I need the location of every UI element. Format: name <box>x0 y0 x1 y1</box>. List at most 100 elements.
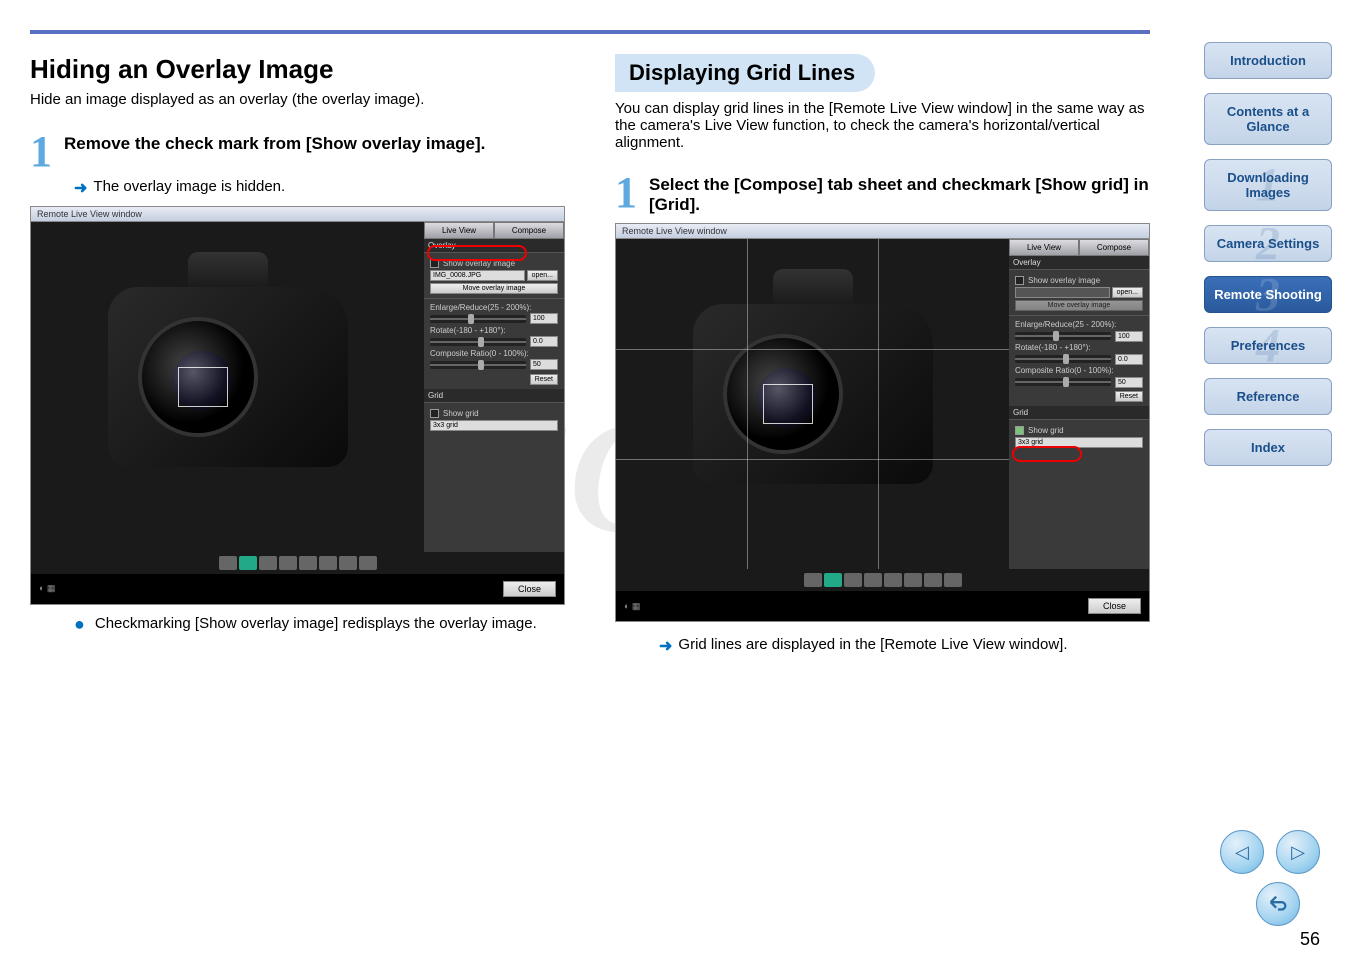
chapter-nav: Introduction Contents at a Glance 1Downl… <box>1204 42 1332 466</box>
nav-label: Camera Settings <box>1217 236 1320 251</box>
tab-compose[interactable]: Compose <box>494 222 564 239</box>
close-button[interactable]: Close <box>503 581 556 597</box>
screenshot-hiding-overlay: Remote Live View window Live View <box>30 206 565 605</box>
result-text: The overlay image is hidden. <box>93 178 285 195</box>
nav-camera-settings[interactable]: 2Camera Settings <box>1204 225 1332 262</box>
return-button[interactable] <box>1256 882 1300 926</box>
rotate-value[interactable]: 0.0 <box>530 336 558 347</box>
top-rule <box>30 30 1150 34</box>
step-text: Remove the check mark from [Show overlay… <box>64 132 485 154</box>
toolbar-icons <box>616 569 1149 591</box>
tab-compose[interactable]: Compose <box>1079 239 1149 256</box>
prev-page-button[interactable]: ◁ <box>1220 830 1264 874</box>
page-nav: ◁ ▷ <box>1220 830 1320 874</box>
window-titlebar: Remote Live View window <box>616 224 1149 239</box>
grid-type-select[interactable]: 3x3 grid <box>1015 437 1143 448</box>
show-overlay-checkbox[interactable]: Show overlay image <box>1015 276 1143 285</box>
rotate-value[interactable]: 0.0 <box>1115 354 1143 365</box>
close-button[interactable]: Close <box>1088 598 1141 614</box>
composite-value[interactable]: 50 <box>1115 377 1143 388</box>
section-intro: You can display grid lines in the [Remot… <box>615 100 1150 151</box>
rotate-label: Rotate(-180 - +180°): <box>430 326 558 335</box>
show-overlay-label: Show overlay image <box>1028 276 1100 285</box>
composite-label: Composite Ratio(0 - 100%): <box>1015 366 1143 375</box>
note-line: ● Checkmarking [Show overlay image] redi… <box>74 615 565 633</box>
rotate-slider[interactable] <box>430 338 526 346</box>
composite-label: Composite Ratio(0 - 100%): <box>430 349 558 358</box>
composite-slider[interactable] <box>430 361 526 369</box>
nav-label: Introduction <box>1230 53 1306 68</box>
tab-live-view[interactable]: Live View <box>1009 239 1079 256</box>
nav-label: Preferences <box>1231 338 1305 353</box>
nav-label: Remote Shooting <box>1214 287 1322 302</box>
show-grid-label: Show grid <box>1028 426 1064 435</box>
section-title: Hiding an Overlay Image <box>30 54 565 85</box>
file-field[interactable]: IMG_0008.JPG <box>430 270 525 281</box>
step-1: 1 Select the [Compose] tab sheet and che… <box>615 173 1150 215</box>
rotate-label: Rotate(-180 - +180°): <box>1015 343 1143 352</box>
show-grid-checkbox[interactable]: Show grid <box>1015 426 1143 435</box>
overlay-header: Overlay <box>424 239 564 252</box>
bottom-bar: ◐ ▦ Close <box>616 591 1149 621</box>
live-view-area <box>31 222 424 552</box>
move-overlay-button[interactable]: Move overlay image <box>430 283 558 294</box>
note-text: Checkmarking [Show overlay image] redisp… <box>95 615 537 632</box>
grid-header: Grid <box>1009 406 1149 419</box>
compose-panel: Live View Compose Overlay Show overlay i… <box>424 222 564 552</box>
right-column: Displaying Grid Lines You can display gr… <box>615 54 1150 664</box>
tab-live-view[interactable]: Live View <box>424 222 494 239</box>
open-button[interactable]: open... <box>527 270 558 281</box>
composite-slider[interactable] <box>1015 378 1111 386</box>
camera-illustration <box>88 267 368 507</box>
nav-introduction[interactable]: Introduction <box>1204 42 1332 79</box>
arrow-icon: ➜ <box>74 178 87 198</box>
camera-illustration <box>673 284 953 524</box>
show-overlay-label: Show overlay image <box>443 259 515 268</box>
section-intro: Hide an image displayed as an overlay (t… <box>30 91 565 108</box>
section-tag: Displaying Grid Lines <box>615 54 875 92</box>
toolbar-icons <box>31 552 564 574</box>
rotate-slider[interactable] <box>1015 355 1111 363</box>
next-page-button[interactable]: ▷ <box>1276 830 1320 874</box>
nav-index[interactable]: Index <box>1204 429 1332 466</box>
nav-reference[interactable]: Reference <box>1204 378 1332 415</box>
result-line: ➜ The overlay image is hidden. <box>74 178 565 198</box>
screenshot-grid-lines: Remote Live View window <box>615 223 1150 622</box>
composite-value[interactable]: 50 <box>530 359 558 370</box>
open-button[interactable]: open... <box>1112 287 1143 298</box>
nav-label: Contents at a Glance <box>1227 104 1309 134</box>
nav-preferences[interactable]: 4Preferences <box>1204 327 1332 364</box>
step-text: Select the [Compose] tab sheet and check… <box>649 173 1150 215</box>
page-number: 56 <box>1300 929 1320 950</box>
show-grid-label: Show grid <box>443 409 479 418</box>
nav-remote-shooting[interactable]: 3Remote Shooting <box>1204 276 1332 313</box>
nav-label: Index <box>1251 440 1285 455</box>
nav-contents[interactable]: Contents at a Glance <box>1204 93 1332 145</box>
result-text: Grid lines are displayed in the [Remote … <box>678 636 1067 653</box>
bullet-icon: ● <box>74 615 85 633</box>
reset-button[interactable]: Reset <box>530 374 558 385</box>
enlarge-value[interactable]: 100 <box>530 313 558 324</box>
enlarge-value[interactable]: 100 <box>1115 331 1143 342</box>
enlarge-slider[interactable] <box>1015 332 1111 340</box>
bottom-bar: ◐ ▦ Close <box>31 574 564 604</box>
step-1: 1 Remove the check mark from [Show overl… <box>30 132 565 172</box>
grid-header: Grid <box>424 389 564 402</box>
window-titlebar: Remote Live View window <box>31 207 564 222</box>
step-number: 1 <box>30 132 52 172</box>
grid-type-select[interactable]: 3x3 grid <box>430 420 558 431</box>
enlarge-label: Enlarge/Reduce(25 - 200%): <box>1015 320 1143 329</box>
move-overlay-button: Move overlay image <box>1015 300 1143 311</box>
left-column: Hiding an Overlay Image Hide an image di… <box>30 54 565 664</box>
reset-button[interactable]: Reset <box>1115 391 1143 402</box>
compose-panel: Live View Compose Overlay Show overlay i… <box>1009 239 1149 569</box>
overlay-header: Overlay <box>1009 256 1149 269</box>
nav-label: Downloading Images <box>1227 170 1309 200</box>
enlarge-slider[interactable] <box>430 315 526 323</box>
show-overlay-checkbox[interactable]: Show overlay image <box>430 259 558 268</box>
nav-downloading-images[interactable]: 1Downloading Images <box>1204 159 1332 211</box>
page-content: Hiding an Overlay Image Hide an image di… <box>0 0 1350 694</box>
show-grid-checkbox[interactable]: Show grid <box>430 409 558 418</box>
step-number: 1 <box>615 173 637 213</box>
live-view-area <box>616 239 1009 569</box>
